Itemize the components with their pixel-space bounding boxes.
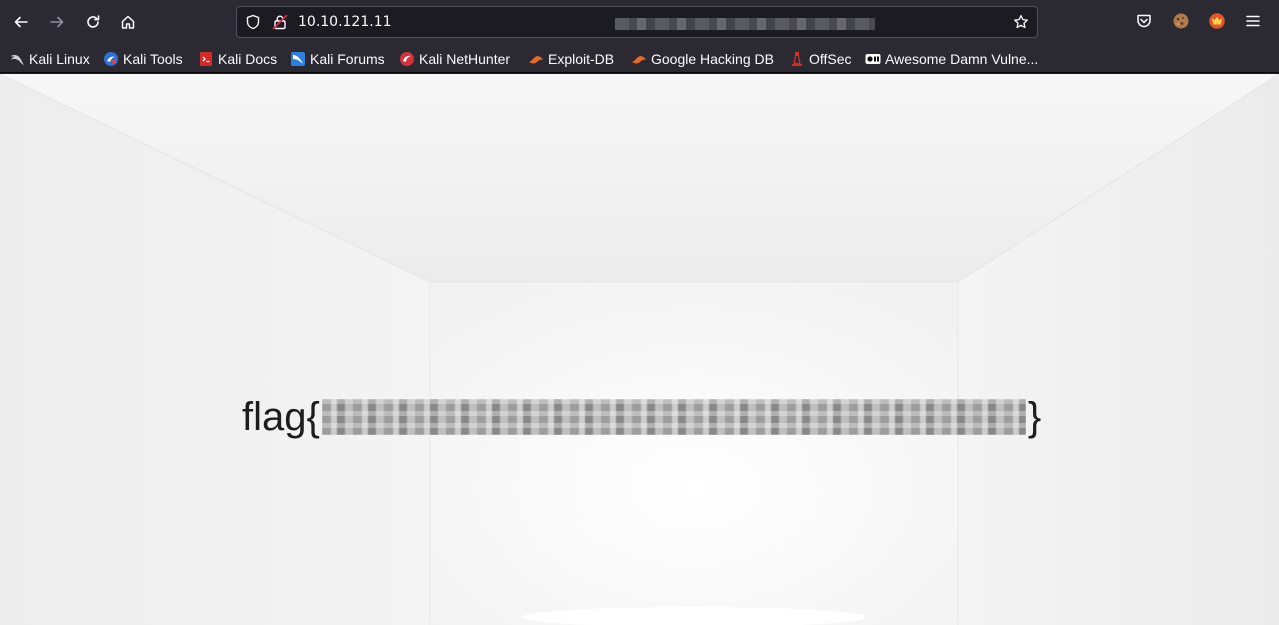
url-text: 10.10.121.11	[298, 14, 392, 30]
pocket-icon[interactable]	[1135, 12, 1153, 30]
cookie-extension-icon[interactable]	[1172, 12, 1190, 30]
bookmark-label: Kali Linux	[29, 51, 90, 67]
hamburger-menu-icon[interactable]	[1244, 12, 1262, 30]
bookmark-label: Google Hacking DB	[651, 51, 774, 67]
kali-dragon-icon	[11, 54, 24, 65]
exploit-db-icon	[529, 56, 543, 64]
kali-docs-icon	[200, 52, 212, 66]
url-redacted	[615, 18, 875, 30]
shield-icon[interactable]	[245, 14, 261, 30]
bookmark-label: OffSec	[809, 51, 852, 67]
bookmark-label: Kali NetHunter	[419, 51, 511, 67]
back-button[interactable]	[6, 7, 36, 37]
bookmark-kali-forums[interactable]: Kali Forums	[290, 49, 385, 69]
bookmark-kali-linux[interactable]: Kali Linux	[9, 49, 90, 69]
forward-button[interactable]	[42, 7, 72, 37]
star-icon[interactable]	[1013, 14, 1029, 30]
bookmark-google-hacking-db[interactable]: Google Hacking DB	[631, 49, 774, 69]
offsec-icon	[792, 52, 802, 66]
flag-text: flag{ }	[242, 392, 1041, 442]
kali-tools-icon	[104, 52, 118, 66]
bookmark-label: Awesome Damn Vulne...	[885, 51, 1039, 67]
vuln-icon	[865, 54, 881, 64]
kali-forums-icon	[291, 52, 305, 66]
white-room-background	[0, 74, 1279, 625]
fox-extension-icon[interactable]	[1208, 12, 1226, 30]
address-bar[interactable]: 10.10.121.11	[236, 6, 1038, 38]
bookmark-exploit-db[interactable]: Exploit-DB	[528, 49, 614, 69]
bookmark-kali-tools[interactable]: Kali Tools	[103, 49, 183, 69]
page-content: flag{ }	[0, 74, 1279, 625]
lock-warning-icon[interactable]	[272, 14, 288, 30]
bookmark-label: Kali Tools	[123, 51, 183, 67]
nethunter-icon	[400, 52, 414, 66]
arrow-right-icon	[50, 16, 64, 28]
flag-suffix: }	[1027, 394, 1042, 439]
flag-prefix: flag{	[242, 394, 320, 439]
bookmarks-toolbar: Kali Linux Kali Tools Kali Docs Kali For…	[0, 44, 1279, 73]
home-button[interactable]	[113, 7, 143, 37]
bookmark-kali-docs[interactable]: Kali Docs	[198, 49, 277, 69]
bookmark-label: Kali Forums	[310, 51, 385, 67]
bookmark-label: Exploit-DB	[548, 51, 615, 67]
home-icon	[121, 15, 135, 29]
reload-button[interactable]	[78, 7, 108, 37]
flag-value-redacted	[321, 399, 1026, 435]
bookmark-kali-nethunter[interactable]: Kali NetHunter	[399, 49, 510, 69]
bookmark-offsec[interactable]: OffSec	[789, 49, 852, 69]
bookmark-label: Kali Docs	[218, 51, 278, 67]
reload-icon	[87, 15, 100, 28]
bookmark-awesome-damn-vulnerable[interactable]: Awesome Damn Vulne...	[865, 49, 1038, 69]
ghdb-icon	[632, 56, 646, 64]
arrow-left-icon	[14, 16, 28, 28]
browser-toolbar: 10.10.121.11	[0, 0, 1279, 44]
